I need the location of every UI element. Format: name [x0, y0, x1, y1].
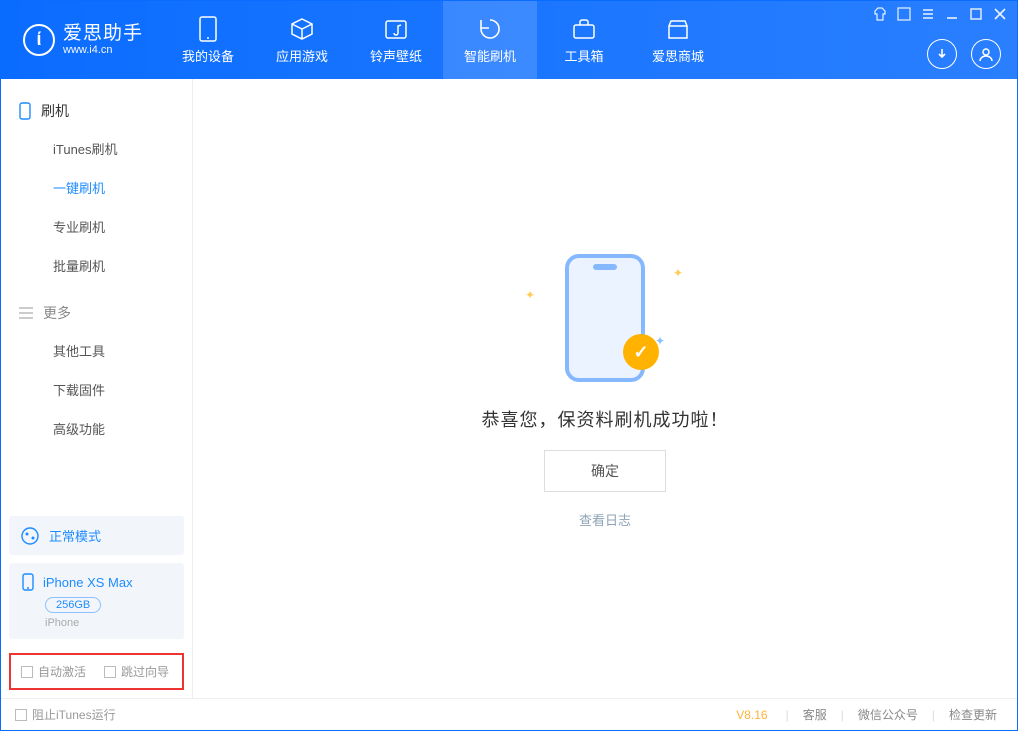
- user-button[interactable]: [971, 39, 1001, 69]
- checkbox-skip-guide[interactable]: 跳过向导: [104, 663, 169, 680]
- checkbox-label: 自动激活: [38, 663, 86, 680]
- sidebar-item-oneclick-flash[interactable]: 一键刷机: [1, 168, 192, 207]
- tab-label: 智能刷机: [464, 46, 516, 65]
- checkbox-stop-itunes[interactable]: 阻止iTunes运行: [15, 706, 116, 723]
- phone-icon: [19, 102, 31, 120]
- sidebar-item-download-firmware[interactable]: 下载固件: [1, 370, 192, 409]
- sidebar-item-advanced[interactable]: 高级功能: [1, 409, 192, 448]
- menu-icon[interactable]: [921, 7, 935, 21]
- checkbox-label: 跳过向导: [121, 663, 169, 680]
- cube-icon: [289, 16, 315, 42]
- logo-icon: ί: [23, 24, 55, 56]
- checkbox-icon: [15, 709, 27, 721]
- sidebar-item-itunes-flash[interactable]: iTunes刷机: [1, 129, 192, 168]
- maximize-icon[interactable]: [969, 7, 983, 21]
- app-title: 爱思助手: [63, 24, 143, 45]
- checkbox-icon: [104, 666, 116, 678]
- sparkle-icon: ✦: [525, 288, 535, 302]
- app-logo: ί 爱思助手 www.i4.cn: [1, 24, 161, 57]
- minimize-icon[interactable]: [945, 7, 959, 21]
- device-type: iPhone: [45, 617, 172, 629]
- tab-label: 工具箱: [565, 46, 604, 65]
- tab-smart-flash[interactable]: 智能刷机: [443, 1, 537, 79]
- header-bar: ί 爱思助手 www.i4.cn 我的设备 应用游戏 铃声壁纸 智能刷机: [1, 1, 1017, 79]
- sidebar-item-other-tools[interactable]: 其他工具: [1, 331, 192, 370]
- skin-icon[interactable]: [873, 7, 887, 21]
- main-content: ✦ ✦ ✦ ✓ 恭喜您，保资料刷机成功啦！ 确定 查看日志: [193, 79, 1017, 698]
- footer-bar: 阻止iTunes运行 V8.16 | 客服 | 微信公众号 | 检查更新: [1, 698, 1017, 730]
- window-controls: [873, 7, 1007, 21]
- tab-label: 爱思商城: [652, 46, 704, 65]
- store-icon: [665, 16, 691, 42]
- mode-icon: [21, 527, 39, 545]
- tab-label: 我的设备: [182, 46, 234, 65]
- section-title: 刷机: [41, 101, 69, 121]
- device-icon: [21, 573, 35, 591]
- feedback-icon[interactable]: [897, 7, 911, 21]
- sparkle-icon: ✦: [673, 266, 683, 280]
- confirm-button[interactable]: 确定: [544, 450, 666, 492]
- device-icon: [195, 16, 221, 42]
- tab-ringtones-wallpapers[interactable]: 铃声壁纸: [349, 1, 443, 79]
- tab-apps-games[interactable]: 应用游戏: [255, 1, 349, 79]
- list-icon: [19, 307, 33, 319]
- sidebar: 刷机 iTunes刷机 一键刷机 专业刷机 批量刷机 更多 其他工具 下载固件 …: [1, 79, 193, 698]
- tab-toolbox[interactable]: 工具箱: [537, 1, 631, 79]
- close-icon[interactable]: [993, 7, 1007, 21]
- footer-link-wechat[interactable]: 微信公众号: [852, 706, 924, 723]
- check-badge-icon: ✓: [623, 334, 659, 370]
- header-tabs: 我的设备 应用游戏 铃声壁纸 智能刷机 工具箱 爱思商城: [161, 1, 725, 79]
- options-highlight-box: 自动激活 跳过向导: [9, 653, 184, 690]
- tab-my-device[interactable]: 我的设备: [161, 1, 255, 79]
- sidebar-section-more: 更多: [1, 295, 192, 331]
- checkbox-icon: [21, 666, 33, 678]
- refresh-shield-icon: [477, 16, 503, 42]
- footer-link-support[interactable]: 客服: [797, 706, 833, 723]
- sidebar-item-pro-flash[interactable]: 专业刷机: [1, 207, 192, 246]
- section-title: 更多: [43, 303, 71, 323]
- device-name: iPhone XS Max: [43, 575, 133, 590]
- download-button[interactable]: [927, 39, 957, 69]
- sidebar-item-batch-flash[interactable]: 批量刷机: [1, 246, 192, 285]
- checkbox-label: 阻止iTunes运行: [32, 706, 116, 723]
- version-label: V8.16: [736, 708, 767, 722]
- footer-link-update[interactable]: 检查更新: [943, 706, 1003, 723]
- app-url: www.i4.cn: [63, 44, 143, 56]
- sidebar-section-flash: 刷机: [1, 93, 192, 129]
- view-log-link[interactable]: 查看日志: [579, 510, 631, 529]
- tab-store[interactable]: 爱思商城: [631, 1, 725, 79]
- music-folder-icon: [383, 16, 409, 42]
- checkbox-auto-activate[interactable]: 自动激活: [21, 663, 86, 680]
- success-illustration: ✦ ✦ ✦ ✓: [515, 248, 695, 388]
- device-status[interactable]: iPhone XS Max 256GB iPhone: [9, 563, 184, 639]
- mode-label: 正常模式: [49, 526, 101, 545]
- mode-status[interactable]: 正常模式: [9, 516, 184, 555]
- toolbox-icon: [571, 16, 597, 42]
- success-message: 恭喜您，保资料刷机成功啦！: [482, 406, 729, 432]
- device-capacity: 256GB: [45, 597, 101, 613]
- tab-label: 应用游戏: [276, 46, 328, 65]
- tab-label: 铃声壁纸: [370, 46, 422, 65]
